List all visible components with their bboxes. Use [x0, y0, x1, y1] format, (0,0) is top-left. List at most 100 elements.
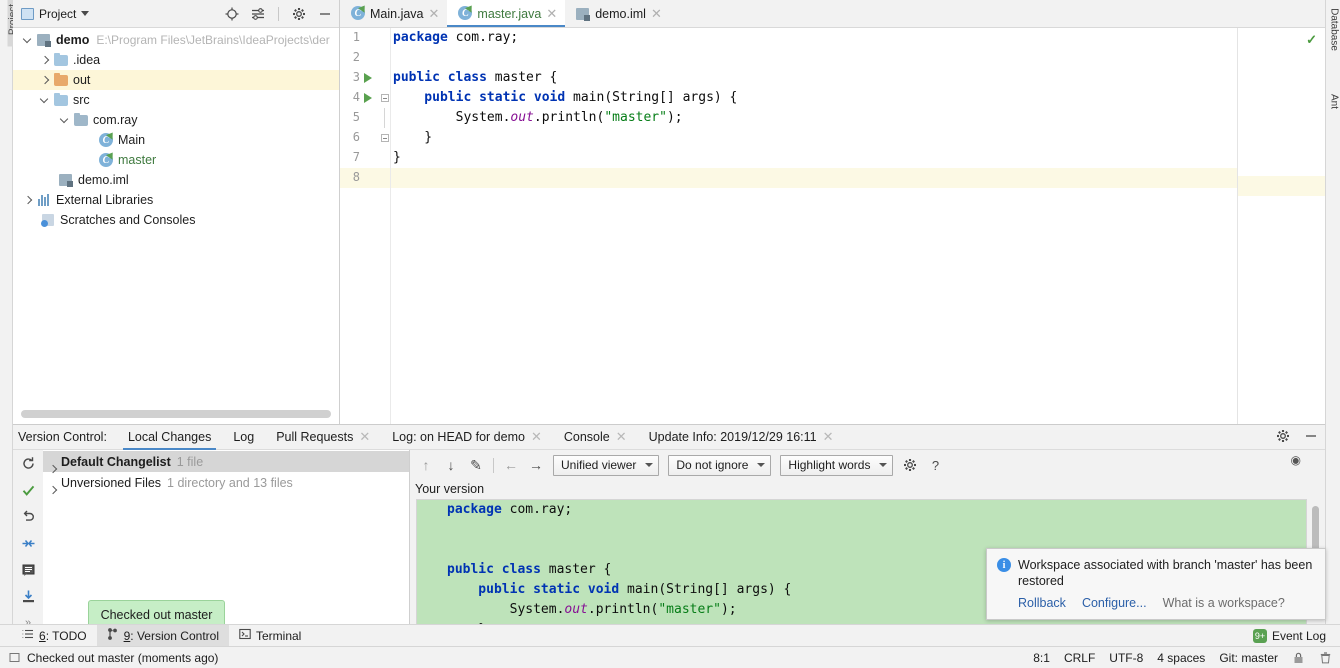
- locate-icon[interactable]: [224, 6, 240, 22]
- tree-item-scratches[interactable]: Scratches and Consoles: [13, 210, 339, 230]
- previous-file-icon[interactable]: ←: [503, 457, 519, 473]
- caret-position[interactable]: 8:1: [1033, 651, 1050, 665]
- refresh-icon[interactable]: [19, 456, 37, 472]
- viewer-mode-select[interactable]: Unified viewer: [553, 454, 660, 476]
- vcs-tab-update-info[interactable]: Update Info: 2019/12/29 16:11 ✕: [638, 425, 845, 450]
- help-question-icon[interactable]: ?: [927, 457, 943, 473]
- configure-link[interactable]: Configure...: [1082, 596, 1147, 610]
- show-diff-icon[interactable]: [19, 562, 37, 578]
- gear-icon[interactable]: [291, 6, 307, 22]
- chevron-right-icon[interactable]: [23, 195, 34, 206]
- chevron-down-icon[interactable]: [40, 95, 51, 106]
- changelist-unversioned[interactable]: Unversioned Files 1 directory and 13 fil…: [43, 472, 409, 493]
- tab-label: Local Changes: [127, 430, 212, 444]
- tree-item-src[interactable]: src: [13, 90, 339, 110]
- editor-tab-main-java[interactable]: C Main.java ✕: [340, 0, 447, 27]
- file-encoding[interactable]: UTF-8: [1109, 651, 1143, 665]
- vcs-panel-title: Version Control:: [18, 430, 107, 444]
- line-separator[interactable]: CRLF: [1064, 651, 1095, 665]
- tree-item-demo-iml[interactable]: demo.iml: [13, 170, 339, 190]
- tool-window-todo[interactable]: 6: TODO: [12, 625, 97, 647]
- right-strip-ant-label[interactable]: Ant: [1329, 75, 1340, 129]
- commit-check-icon[interactable]: [19, 483, 37, 499]
- chevron-down-icon[interactable]: [60, 115, 71, 126]
- java-class-icon: C: [350, 6, 365, 21]
- edit-source-icon[interactable]: ✎: [468, 457, 484, 473]
- run-gutter-icon[interactable]: [364, 73, 372, 83]
- editor-markup-gutter[interactable]: ✓: [1237, 28, 1325, 424]
- fold-region-icon[interactable]: [381, 94, 389, 102]
- close-icon[interactable]: ✕: [429, 7, 440, 20]
- next-difference-icon[interactable]: ↓: [443, 457, 459, 473]
- vcs-tab-console[interactable]: Console ✕: [553, 425, 638, 450]
- folder-excluded-icon: [53, 72, 69, 87]
- tree-item-external-libraries[interactable]: External Libraries: [13, 190, 339, 210]
- terminal-icon: [239, 628, 251, 643]
- fold-region-icon[interactable]: [381, 134, 389, 142]
- vcs-tab-pull-requests[interactable]: Pull Requests ✕: [265, 425, 381, 450]
- editor-tab-demo-iml[interactable]: demo.iml ✕: [565, 0, 670, 27]
- close-icon[interactable]: ✕: [546, 7, 557, 20]
- chevron-down-icon[interactable]: [23, 35, 34, 46]
- indent-size[interactable]: 4 spaces: [1157, 651, 1205, 665]
- tree-item-label: .idea: [73, 53, 101, 67]
- what-is-a-workspace-link[interactable]: What is a workspace?: [1163, 596, 1285, 610]
- tree-item-master[interactable]: C master: [13, 150, 339, 170]
- get-from-vcs-icon[interactable]: [19, 589, 37, 605]
- tree-item-main[interactable]: C Main: [13, 130, 339, 150]
- previous-difference-icon[interactable]: ↑: [418, 457, 434, 473]
- settings-gear-icon[interactable]: [1275, 428, 1291, 444]
- editor-tab-master-java[interactable]: C master.java ✕: [447, 0, 566, 27]
- close-icon[interactable]: ✕: [616, 429, 627, 445]
- shelve-icon[interactable]: [19, 536, 37, 552]
- event-log-button[interactable]: 9+ Event Log: [1252, 625, 1326, 647]
- notification-popup[interactable]: i Workspace associated with branch 'mast…: [986, 548, 1326, 620]
- vcs-tab-local-changes[interactable]: Local Changes: [117, 425, 222, 450]
- hide-icon[interactable]: [317, 6, 333, 22]
- tool-window-terminal[interactable]: Terminal: [229, 625, 311, 647]
- close-icon[interactable]: ✕: [651, 7, 662, 20]
- chevron-right-icon[interactable]: [40, 55, 51, 66]
- status-message-group[interactable]: Checked out master (moments ago): [8, 651, 1033, 665]
- tree-item-idea[interactable]: .idea: [13, 50, 339, 70]
- event-log-label: Event Log: [1271, 629, 1326, 643]
- vcs-tab-log[interactable]: Log: [222, 425, 265, 450]
- ignore-policy-select[interactable]: Do not ignore: [668, 454, 772, 476]
- editor-gutter[interactable]: 1 2 3 4 5 6 7 8: [340, 28, 390, 424]
- lock-icon[interactable]: [1292, 651, 1305, 664]
- tool-window-label: : Version Control: [130, 628, 219, 643]
- hide-panel-icon[interactable]: [1303, 428, 1319, 444]
- diff-preview-eye-icon[interactable]: ◉: [1291, 453, 1301, 467]
- next-file-icon[interactable]: →: [528, 457, 544, 473]
- memory-indicator-icon[interactable]: [1319, 651, 1332, 664]
- rollback-icon[interactable]: [19, 509, 37, 525]
- chevron-right-icon[interactable]: [40, 75, 51, 86]
- diff-line: package com.ray;: [447, 502, 573, 517]
- git-branch[interactable]: Git: master: [1219, 651, 1278, 665]
- close-icon[interactable]: ✕: [531, 429, 542, 445]
- notification-message: Workspace associated with branch 'master…: [1018, 558, 1313, 588]
- rollback-link[interactable]: Rollback: [1018, 596, 1066, 610]
- project-tree[interactable]: demo E:\Program Files\JetBrains\IdeaProj…: [13, 28, 339, 230]
- project-horizontal-scrollbar[interactable]: [13, 408, 340, 418]
- close-icon[interactable]: ✕: [823, 429, 834, 445]
- vcs-tab-log-head-demo[interactable]: Log: on HEAD for demo ✕: [381, 425, 553, 450]
- notification-icon[interactable]: [8, 651, 21, 664]
- tree-item-out[interactable]: out: [13, 70, 339, 90]
- code-editor[interactable]: 1 2 3 4 5 6 7 8 package com.ray; public …: [340, 28, 1325, 424]
- highlight-policy-select[interactable]: Highlight words: [780, 454, 894, 476]
- tree-item-com-ray[interactable]: com.ray: [13, 110, 339, 130]
- diff-settings-gear-icon[interactable]: [902, 457, 918, 473]
- inspection-ok-icon[interactable]: ✓: [1306, 32, 1317, 48]
- code-text-area[interactable]: package com.ray; public class master { p…: [390, 28, 1325, 424]
- run-gutter-icon[interactable]: [364, 93, 372, 103]
- right-strip-database-label[interactable]: Database: [1329, 3, 1340, 57]
- close-icon[interactable]: ✕: [359, 429, 370, 445]
- chevron-down-icon[interactable]: [81, 11, 90, 16]
- collapse-all-icon[interactable]: [250, 6, 266, 22]
- changelist-default[interactable]: Default Changelist 1 file: [43, 451, 409, 472]
- tree-item-demo[interactable]: demo E:\Program Files\JetBrains\IdeaProj…: [13, 30, 339, 50]
- tool-window-version-control[interactable]: 9: Version Control: [96, 624, 229, 647]
- scrollbar-thumb[interactable]: [21, 410, 331, 418]
- project-title-group[interactable]: Project: [21, 7, 224, 21]
